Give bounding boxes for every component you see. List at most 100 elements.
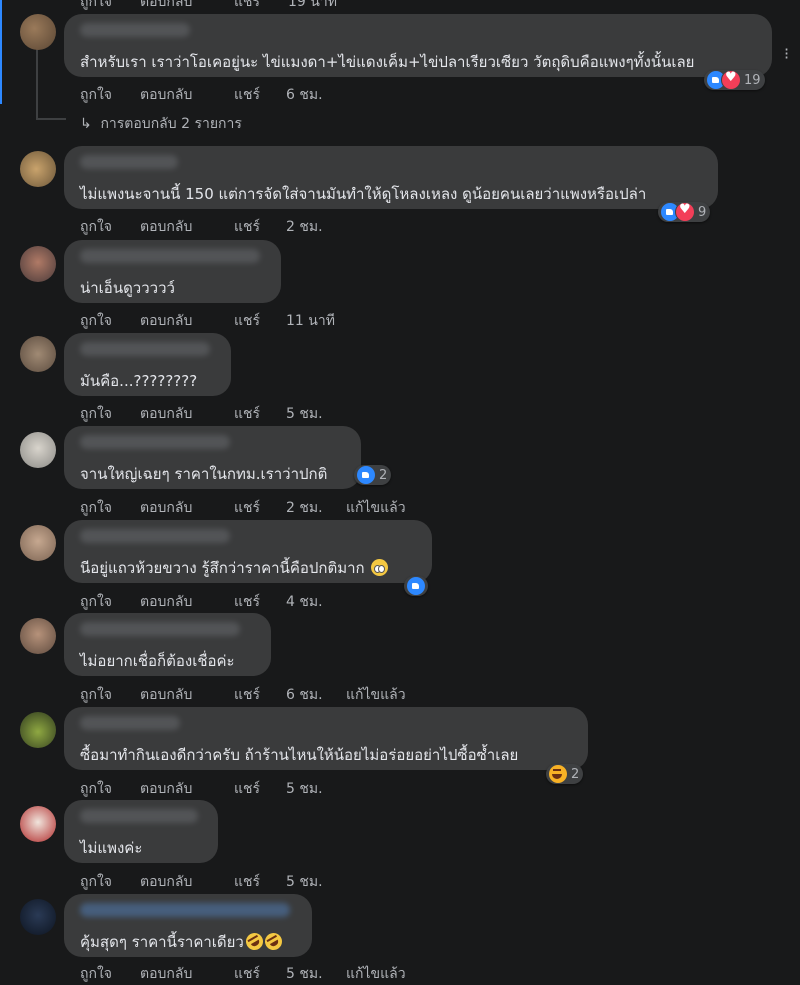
reply-link[interactable]: ตอบกลับ (140, 963, 192, 985)
comment-bubble: มันคือ...???????? (64, 333, 231, 396)
comment-bubble: ไม่แพงค่ะ (64, 800, 218, 863)
like-link[interactable]: ถูกใจ (80, 963, 112, 985)
avatar[interactable] (20, 14, 56, 50)
rofl-icon (242, 929, 266, 954)
reply-link[interactable]: ตอบกลับ (140, 216, 192, 238)
comment-time[interactable]: 11 นาที (286, 310, 335, 332)
author-name-blurred[interactable] (80, 23, 190, 37)
reaction-summary[interactable] (404, 576, 428, 596)
share-link[interactable]: แชร์ (234, 216, 260, 238)
edited-label[interactable]: แก้ไขแล้ว (346, 963, 406, 985)
like-reaction-icon (406, 576, 426, 596)
comment-text: ไม่แพงค่ะ (80, 839, 143, 857)
author-name-blurred[interactable] (80, 529, 230, 543)
avatar[interactable] (20, 151, 56, 187)
reply-link[interactable]: ตอบกลับ (140, 310, 192, 332)
author-name-blurred[interactable] (80, 155, 178, 169)
rofl-icon (261, 929, 285, 954)
like-link[interactable]: ถูกใจ (80, 0, 112, 13)
reply-link[interactable]: ตอบกลับ (140, 497, 192, 519)
author-name-blurred[interactable] (80, 809, 198, 823)
comment-text: น่าเอ็นดูววววว์ (80, 279, 175, 297)
reply-link[interactable]: ตอบกลับ (140, 591, 192, 613)
comment-time[interactable]: 2 ชม. (286, 216, 323, 238)
comment-bubble: ไม่อยากเชื่อก็ต้องเชื่อค่ะ (64, 613, 271, 676)
like-link[interactable]: ถูกใจ (80, 497, 112, 519)
share-link[interactable]: แชร์ (234, 871, 260, 893)
reaction-summary[interactable]: 9 (658, 202, 711, 222)
avatar[interactable] (20, 712, 56, 748)
like-link[interactable]: ถูกใจ (80, 684, 112, 706)
comment-time[interactable]: 5 ชม. (286, 403, 323, 425)
reaction-summary[interactable]: 2 (546, 764, 584, 784)
edited-label[interactable]: แก้ไขแล้ว (346, 497, 406, 519)
comment-time[interactable]: 2 ชม. (286, 497, 323, 519)
comment-text-body: คุ้มสุดๆ ราคานี้ราคาเดียว (80, 933, 244, 951)
comment-bubble: ไม่แพงนะจานนี้ 150 แต่การจัดใส่จานมันทำใ… (64, 146, 718, 209)
reaction-count: 2 (379, 467, 388, 483)
reaction-count: 19 (744, 72, 761, 88)
avatar[interactable] (20, 246, 56, 282)
avatar[interactable] (20, 806, 56, 842)
comment-text: ซื้อมาทำกินเองดีกว่าครับ ถ้าร้านไหนให้น้… (80, 746, 519, 764)
author-name-blurred[interactable] (80, 903, 290, 917)
comment-text: คุ้มสุดๆ ราคานี้ราคาเดียว (80, 929, 285, 954)
reply-link[interactable]: ตอบกลับ (140, 871, 192, 893)
reaction-summary[interactable]: 2 (354, 465, 392, 485)
author-name-blurred[interactable] (80, 622, 240, 636)
comment-time[interactable]: 4 ชม. (286, 591, 323, 613)
reaction-summary[interactable]: 19 (704, 70, 765, 90)
share-link[interactable]: แชร์ (234, 684, 260, 706)
like-reaction-icon (356, 465, 376, 485)
comment-time[interactable]: 6 ชม. (286, 84, 323, 106)
more-dots-icon[interactable]: · · · (784, 42, 789, 66)
share-link[interactable]: แชร์ (234, 591, 260, 613)
comment-text: มันคือ...???????? (80, 372, 198, 390)
comment-time[interactable]: 5 ชม. (286, 871, 323, 893)
author-name-blurred[interactable] (80, 435, 230, 449)
avatar[interactable] (20, 899, 56, 935)
share-link[interactable]: แชร์ (234, 310, 260, 332)
like-link[interactable]: ถูกใจ (80, 591, 112, 613)
author-name-blurred[interactable] (80, 716, 180, 730)
love-reaction-icon (721, 70, 741, 90)
avatar[interactable] (20, 618, 56, 654)
comment-text: สำหรับเรา เราว่าโอเคอยู่นะ ไข่แมงดา+ไข่แ… (80, 53, 695, 71)
share-link[interactable]: แชร์ (234, 0, 260, 13)
comment-time[interactable]: 19 นาที (288, 0, 337, 13)
avatar[interactable] (20, 525, 56, 561)
reaction-count: 9 (698, 204, 707, 220)
replies-count: การตอบกลับ 2 รายการ (100, 116, 242, 132)
reply-link[interactable]: ตอบกลับ (140, 403, 192, 425)
author-name-blurred[interactable] (80, 249, 260, 263)
comment-time[interactable]: 5 ชม. (286, 778, 323, 800)
share-link[interactable]: แชร์ (234, 497, 260, 519)
reply-link[interactable]: ตอบกลับ (140, 84, 192, 106)
comment-time[interactable]: 5 ชม. (286, 963, 323, 985)
share-link[interactable]: แชร์ (234, 963, 260, 985)
crying-face-icon (371, 559, 389, 576)
reaction-count: 2 (571, 766, 580, 782)
like-link[interactable]: ถูกใจ (80, 871, 112, 893)
like-link[interactable]: ถูกใจ (80, 778, 112, 800)
reply-link[interactable]: ตอบกลับ (140, 778, 192, 800)
author-name-blurred[interactable] (80, 342, 210, 356)
like-link[interactable]: ถูกใจ (80, 216, 112, 238)
reply-link[interactable]: ตอบกลับ (140, 684, 192, 706)
avatar[interactable] (20, 432, 56, 468)
comment-bubble: สำหรับเรา เราว่าโอเคอยู่นะ ไข่แมงดา+ไข่แ… (64, 14, 772, 77)
share-link[interactable]: แชร์ (234, 778, 260, 800)
comment-bubble: คุ้มสุดๆ ราคานี้ราคาเดียว (64, 894, 312, 957)
reply-link[interactable]: ตอบกลับ (140, 0, 192, 13)
thread-connector (36, 118, 66, 120)
like-link[interactable]: ถูกใจ (80, 310, 112, 332)
edited-label[interactable]: แก้ไขแล้ว (346, 684, 406, 706)
view-replies-link[interactable]: ↳ การตอบกลับ 2 รายการ (80, 113, 242, 135)
share-link[interactable]: แชร์ (234, 84, 260, 106)
comment-bubble: จานใหญ่เฉยๆ ราคาในกทม.เราว่าปกติ (64, 426, 361, 489)
share-link[interactable]: แชร์ (234, 403, 260, 425)
comment-time[interactable]: 6 ชม. (286, 684, 323, 706)
avatar[interactable] (20, 336, 56, 372)
like-link[interactable]: ถูกใจ (80, 84, 112, 106)
like-link[interactable]: ถูกใจ (80, 403, 112, 425)
